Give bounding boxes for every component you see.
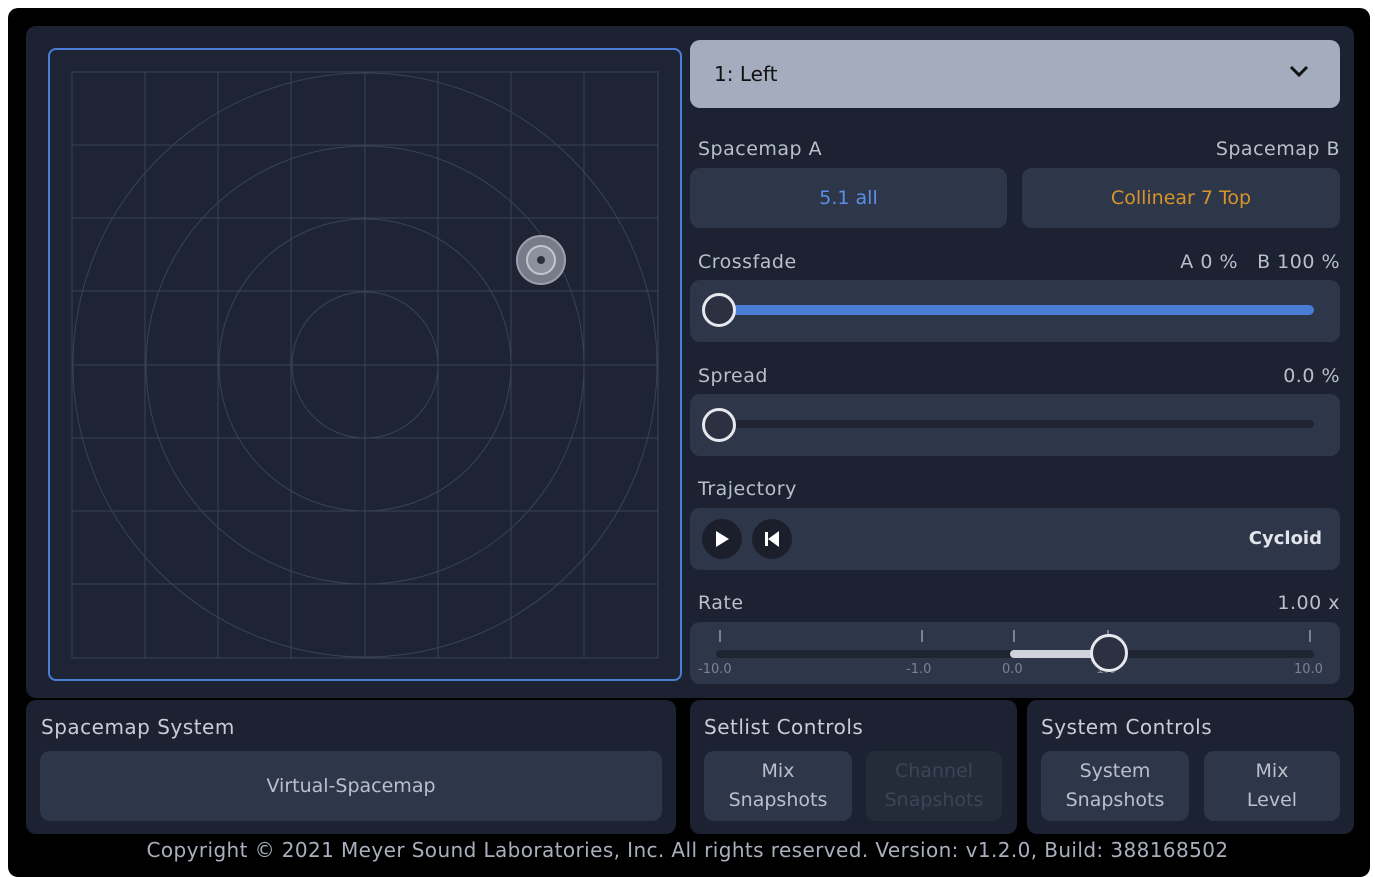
- source-position-marker[interactable]: [513, 232, 569, 288]
- system-snapshots-label-line2: Snapshots: [1065, 789, 1165, 811]
- rate-readout: 1.00 x: [1277, 592, 1340, 614]
- setlist-controls-title: Setlist Controls: [704, 715, 864, 739]
- spread-readout: 0.0 %: [1283, 365, 1340, 387]
- play-icon: [716, 531, 729, 547]
- rate-tick-label: 0.0: [1002, 662, 1023, 677]
- output-channel-select[interactable]: 1: Left: [690, 40, 1340, 108]
- spacemap-system-section: Spacemap System Virtual-Spacemap: [26, 700, 676, 834]
- crossfade-fill: [716, 305, 1314, 315]
- spacemap-b-button[interactable]: Collinear 7 Top: [1022, 168, 1340, 228]
- spread-knob[interactable]: [702, 408, 736, 442]
- copyright-footer: Copyright © 2021 Meyer Sound Laboratorie…: [146, 838, 1229, 862]
- rate-tick: [1309, 630, 1311, 642]
- main-panel: 1: Left Spacemap A Spacemap B 5.1 all Co…: [26, 26, 1354, 698]
- crossfade-readout-b: B 100 %: [1257, 251, 1340, 273]
- rate-knob[interactable]: [1090, 634, 1128, 672]
- spacemap-system-title: Spacemap System: [41, 715, 235, 739]
- system-controls-title: System Controls: [1041, 715, 1213, 739]
- play-button[interactable]: [702, 519, 742, 559]
- crossfade-label: Crossfade: [698, 251, 797, 273]
- spacemap-b-value: Collinear 7 Top: [1110, 187, 1252, 209]
- channel-snapshots-button[interactable]: Channel Snapshots: [866, 751, 1002, 821]
- spread-slider[interactable]: [690, 394, 1340, 456]
- rate-tick-label: 10.0: [1294, 662, 1323, 677]
- rate-tick-label: -1.0: [906, 662, 932, 677]
- virtual-spacemap-button[interactable]: Virtual-Spacemap: [40, 751, 662, 821]
- chevron-down-icon: [1289, 65, 1309, 78]
- system-snapshots-label-line1: System: [1079, 760, 1151, 782]
- spacemap-canvas[interactable]: [48, 48, 682, 681]
- mix-level-label-line1: Mix: [1255, 760, 1289, 782]
- rate-label: Rate: [698, 592, 744, 614]
- system-controls-section: System Controls System Snapshots Mix Lev…: [1027, 700, 1354, 834]
- spread-label: Spread: [698, 365, 768, 387]
- output-channel-value: 1: Left: [714, 62, 778, 86]
- spacemap-a-value: 5.1 all: [819, 187, 878, 209]
- spacemap-grid: [71, 71, 659, 659]
- crossfade-knob[interactable]: [702, 293, 736, 327]
- rewind-button[interactable]: [752, 519, 792, 559]
- mix-snapshots-label-line1: Mix: [761, 760, 795, 782]
- spacemap-a-label: Spacemap A: [698, 138, 823, 160]
- trajectory-panel: Cycloid: [690, 508, 1340, 570]
- channel-snapshots-label-line1: Channel: [894, 760, 973, 782]
- crossfade-readout-a: A 0 %: [1180, 251, 1238, 273]
- rate-tick: [921, 630, 923, 642]
- mix-snapshots-label-line2: Snapshots: [728, 789, 828, 811]
- mix-level-button[interactable]: Mix Level: [1204, 751, 1340, 821]
- rate-tick: [1013, 630, 1015, 642]
- system-snapshots-button[interactable]: System Snapshots: [1041, 751, 1189, 821]
- spacemap-b-label: Spacemap B: [1215, 138, 1340, 160]
- channel-snapshots-label-line2: Snapshots: [884, 789, 984, 811]
- mix-snapshots-button[interactable]: Mix Snapshots: [704, 751, 852, 821]
- spacemap-a-button[interactable]: 5.1 all: [690, 168, 1007, 228]
- rate-tick: [719, 630, 721, 642]
- skip-back-icon: [765, 531, 779, 547]
- spread-track: [716, 420, 1314, 428]
- mix-level-label-line2: Level: [1246, 789, 1298, 811]
- trajectory-mode[interactable]: Cycloid: [1249, 528, 1322, 549]
- rate-tick-label: -10.0: [698, 662, 732, 677]
- trajectory-label: Trajectory: [698, 478, 797, 500]
- virtual-spacemap-label: Virtual-Spacemap: [266, 774, 436, 797]
- app-window: 1: Left Spacemap A Spacemap B 5.1 all Co…: [8, 8, 1370, 877]
- crossfade-slider[interactable]: [690, 280, 1340, 342]
- rate-slider[interactable]: -10.0 -1.0 0.0 1.0 10.0: [690, 622, 1340, 684]
- setlist-controls-section: Setlist Controls Mix Snapshots Channel S…: [690, 700, 1017, 834]
